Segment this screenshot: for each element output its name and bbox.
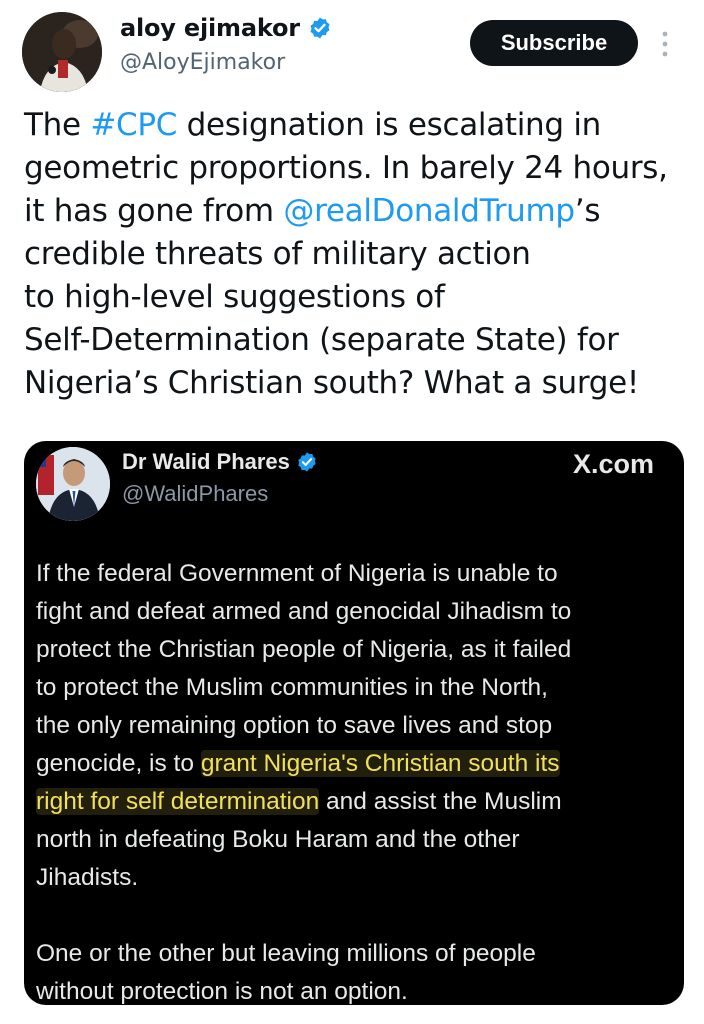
quoted-text-line: north in defeating Boku Haram and the ot… — [36, 821, 672, 859]
text-segment: to protect the Muslim communities in the… — [36, 674, 548, 701]
text-segment: geometric proportions. In barely 24 hour… — [24, 150, 668, 186]
text-segment: If the federal Government of Nigeria is … — [36, 560, 558, 587]
quoted-text-line: protect the Christian people of Nigeria,… — [36, 631, 672, 669]
text-segment: and assist the Muslim — [319, 788, 562, 815]
tweet-text-line: geometric proportions. In barely 24 hour… — [24, 147, 688, 190]
quoted-author-name-row: Dr Walid Phares — [122, 449, 318, 475]
text-segment: designation is escalating in — [177, 107, 602, 143]
tweet-page: aloy ejimakor @AloyEjimakor Subscribe Th… — [0, 0, 704, 1024]
profile-photo-icon — [36, 447, 110, 521]
quoted-text-line: genocide, is to grant Nigeria's Christia… — [36, 745, 672, 783]
tweet-text-line: Self-Determination (separate State) for — [24, 319, 688, 362]
quoted-text-line: One or the other but leaving millions of… — [36, 935, 672, 973]
source-label: X.com — [572, 449, 654, 479]
text-segment: north in defeating Boku Haram and the ot… — [36, 826, 520, 853]
text-segment: protect the Christian people of Nigeria,… — [36, 636, 572, 663]
quoted-text-line: Jihadists. — [36, 859, 672, 897]
highlighted-text: right for self determination — [36, 788, 320, 815]
quoted-text-line: fight and defeat armed and genocidal Jih… — [36, 593, 672, 631]
text-segment: The — [24, 107, 91, 143]
text-segment: Jihadists. — [36, 864, 139, 891]
quoted-author-display-name[interactable]: Dr Walid Phares — [122, 449, 290, 475]
text-segment: it has gone from — [24, 193, 284, 229]
text-segment: genocide, is to — [36, 750, 201, 777]
author-name-row: aloy ejimakor — [120, 14, 332, 42]
text-segment: Nigeria’s Christian south? What a surge! — [24, 365, 640, 401]
verified-badge-icon — [310, 17, 330, 39]
tweet-text: The #CPC designation is escalating in geo… — [24, 104, 688, 405]
quoted-post-card[interactable]: Dr Walid Phares @WalidPhares X.com If th… — [24, 441, 684, 1005]
highlighted-text: grant Nigeria's Christian south its — [200, 750, 560, 777]
tweet-text-line: to high-level suggestions of — [24, 276, 688, 319]
tweet-text-line: it has gone from @realDonaldTrump’s — [24, 190, 688, 233]
text-segment: ’s — [574, 193, 601, 229]
quoted-text-line: the only remaining option to save lives … — [36, 707, 672, 745]
text-segment: Self-Determination (separate State) for — [24, 322, 619, 358]
hashtag-link[interactable]: #CPC — [90, 107, 177, 143]
more-vertical-icon[interactable] — [660, 30, 670, 58]
quoted-text-line: without protection is not an option. — [36, 973, 672, 1005]
mention-link[interactable]: @realDonaldTrump — [283, 193, 575, 229]
text-segment: fight and defeat armed and genocidal Jih… — [36, 598, 572, 625]
text-segment: without protection is not an option. — [36, 978, 408, 1005]
quoted-author-handle[interactable]: @WalidPhares — [122, 481, 268, 507]
quoted-author-avatar[interactable] — [36, 447, 110, 521]
author-handle[interactable]: @AloyEjimakor — [120, 50, 285, 75]
text-segment: credible threats of military action — [24, 236, 531, 272]
quoted-text-line: to protect the Muslim communities in the… — [36, 669, 672, 707]
author-avatar[interactable] — [22, 12, 102, 92]
tweet-text-line: The #CPC designation is escalating in — [24, 104, 688, 147]
verified-badge-icon — [298, 452, 316, 472]
text-segment: the only remaining option to save lives … — [36, 712, 553, 739]
author-display-name[interactable]: aloy ejimakor — [120, 14, 300, 42]
quoted-post-body: If the federal Government of Nigeria is … — [36, 555, 672, 1005]
tweet-text-line: credible threats of military action — [24, 233, 688, 276]
tweet-text-line: Nigeria’s Christian south? What a surge! — [24, 362, 688, 405]
quoted-text-line: If the federal Government of Nigeria is … — [36, 555, 672, 593]
text-segment: One or the other but leaving millions of… — [36, 940, 536, 967]
quoted-text-line: right for self determination and assist … — [36, 783, 672, 821]
subscribe-button[interactable]: Subscribe — [470, 20, 638, 66]
text-segment: to high-level suggestions of — [24, 279, 445, 315]
profile-photo-icon — [22, 12, 102, 92]
